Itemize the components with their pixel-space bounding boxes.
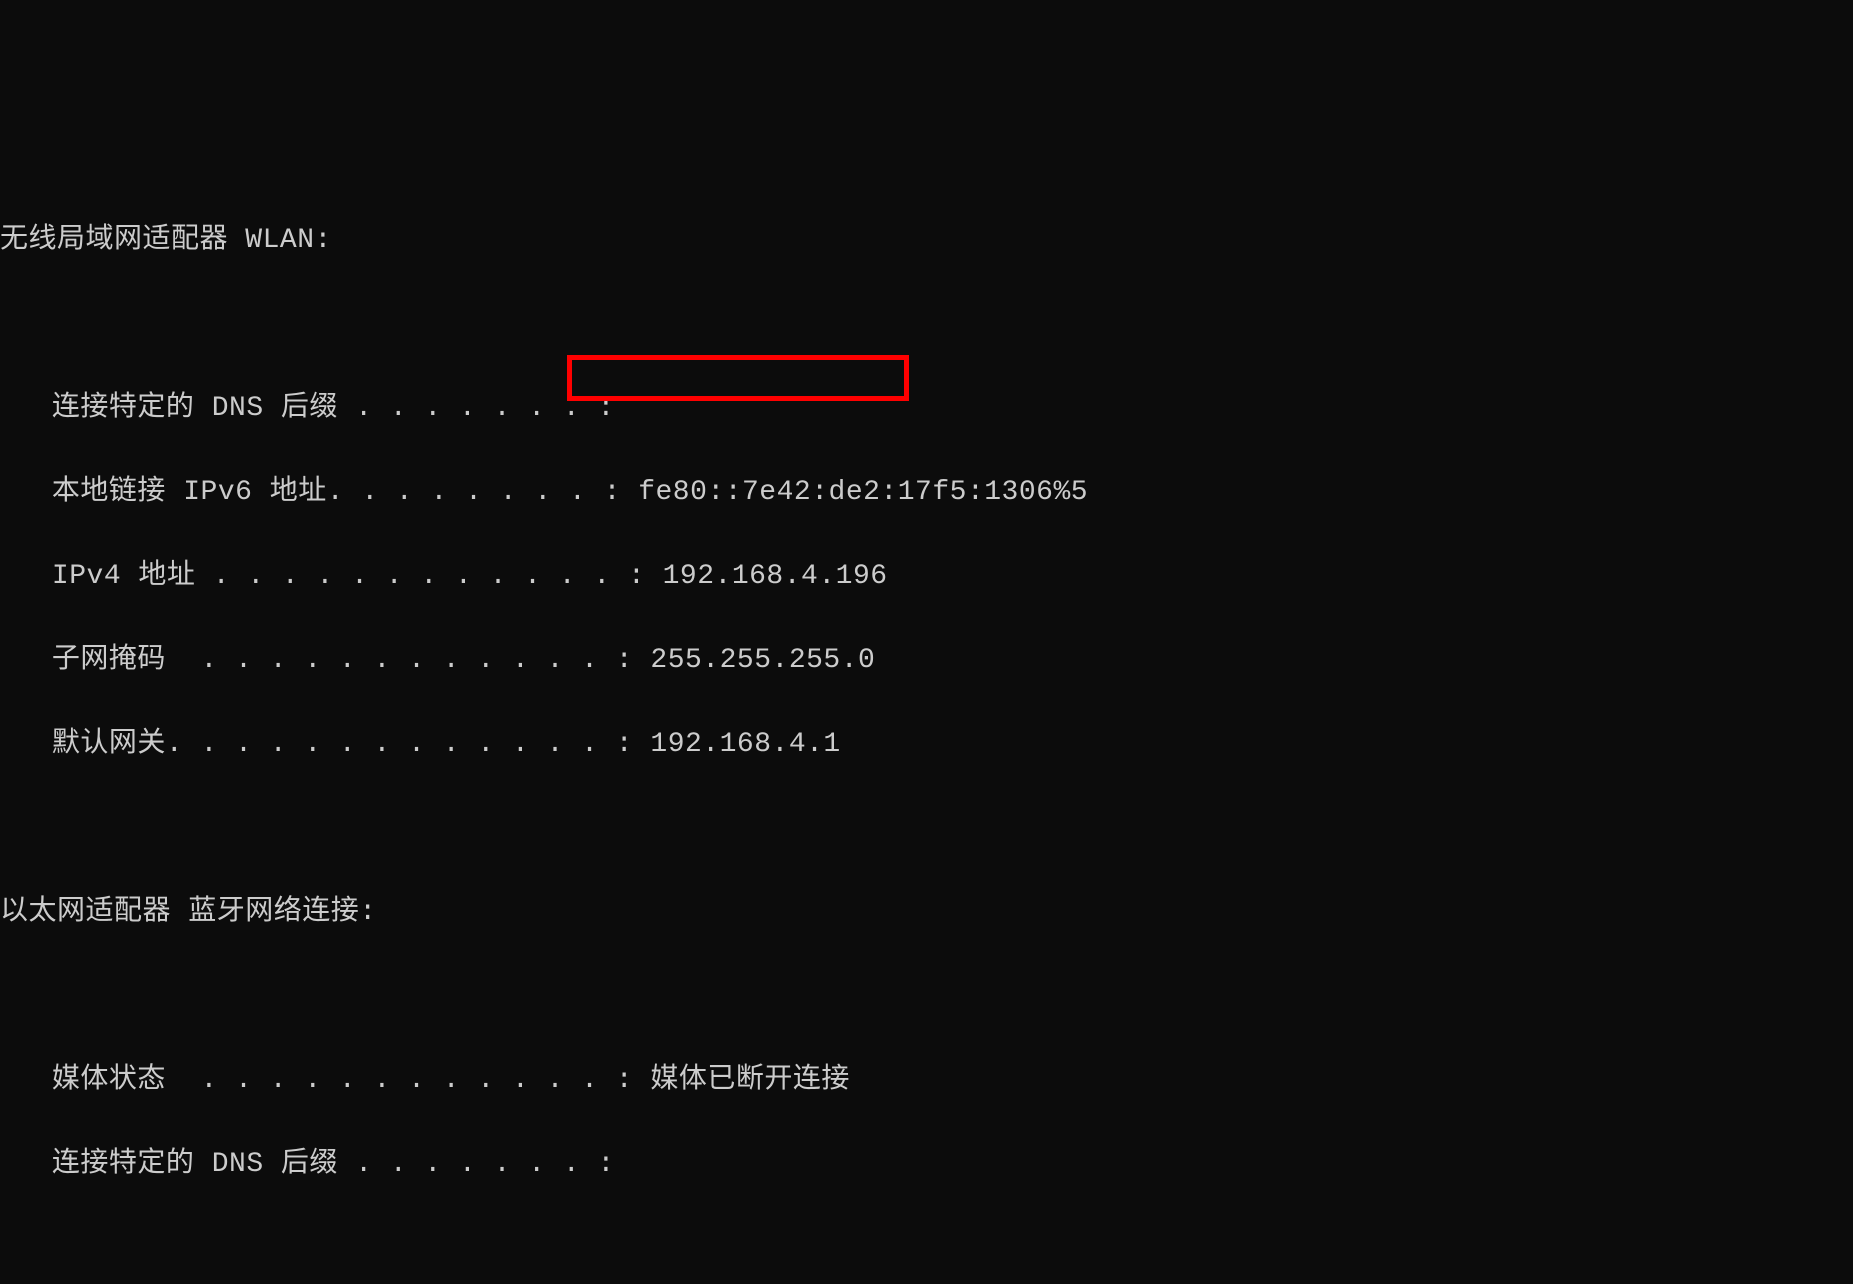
config-line: 默认网关. . . . . . . . . . . . . : 192.168.… bbox=[0, 724, 1853, 766]
config-line: 媒体状态 . . . . . . . . . . . . : 媒体已断开连接 bbox=[0, 1060, 1853, 1102]
field-label: IPv4 地址 . . . . . . . . . . . . : bbox=[0, 561, 663, 592]
terminal-output: 无线局域网适配器 WLAN: 连接特定的 DNS 后缀 . . . . . . … bbox=[0, 178, 1853, 1270]
field-label: 子网掩码 . . . . . . . . . . . . : bbox=[0, 645, 650, 676]
field-label: 本地链接 IPv6 地址. . . . . . . . : bbox=[0, 477, 638, 508]
adapter-header: 以太网适配器 蓝牙网络连接: bbox=[0, 892, 1853, 934]
field-label: 连接特定的 DNS 后缀 . . . . . . . : bbox=[0, 393, 615, 424]
adapter-header: 无线局域网适配器 WLAN: bbox=[0, 220, 1853, 262]
field-label: 连接特定的 DNS 后缀 . . . . . . . : bbox=[0, 1149, 615, 1180]
config-line: 连接特定的 DNS 后缀 . . . . . . . : bbox=[0, 388, 1853, 430]
field-value-ipv4: 192.168.4.196 bbox=[663, 561, 888, 592]
blank-line bbox=[0, 976, 1853, 1018]
field-value-subnet: 255.255.255.0 bbox=[650, 645, 875, 676]
config-line: 本地链接 IPv6 地址. . . . . . . . : fe80::7e42… bbox=[0, 472, 1853, 514]
field-value-media-state: 媒体已断开连接 bbox=[650, 1065, 850, 1096]
config-line: 连接特定的 DNS 后缀 . . . . . . . : bbox=[0, 1144, 1853, 1186]
field-label: 默认网关. . . . . . . . . . . . . : bbox=[0, 729, 650, 760]
blank-line bbox=[0, 808, 1853, 850]
config-line: IPv4 地址 . . . . . . . . . . . . : 192.16… bbox=[0, 556, 1853, 598]
field-label: 媒体状态 . . . . . . . . . . . . : bbox=[0, 1065, 650, 1096]
blank-line bbox=[0, 304, 1853, 346]
config-line: 子网掩码 . . . . . . . . . . . . : 255.255.2… bbox=[0, 640, 1853, 682]
field-value-gateway: 192.168.4.1 bbox=[650, 729, 840, 760]
field-value-ipv6: fe80::7e42:de2:17f5:1306%5 bbox=[638, 477, 1088, 508]
